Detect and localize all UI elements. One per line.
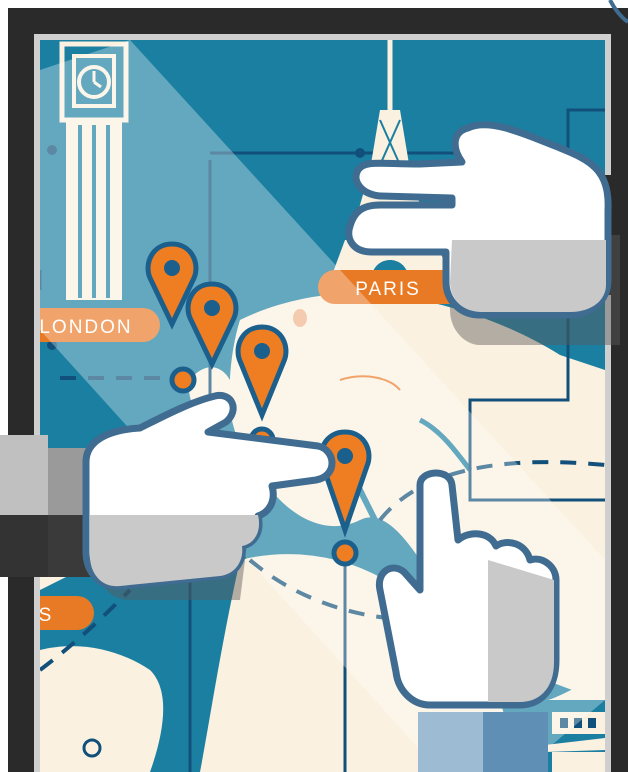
partial-label: S [39, 605, 54, 626]
paris-label: PARIS [355, 279, 421, 300]
map-poster: PARIS LONDON S [0, 0, 628, 772]
